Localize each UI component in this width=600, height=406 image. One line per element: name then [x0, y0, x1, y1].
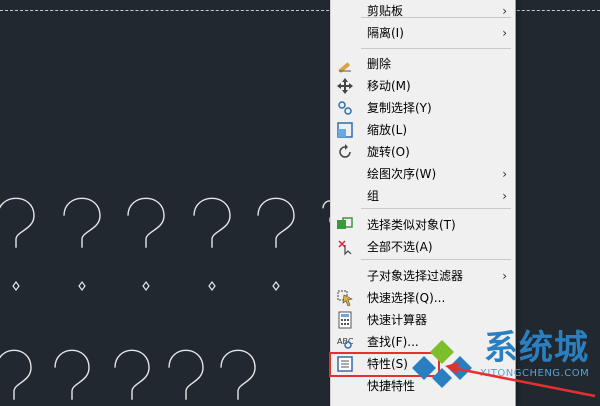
scale-icon	[336, 121, 354, 139]
copy-selection-icon	[336, 99, 354, 117]
menu-item-label: 缩放(L)	[367, 123, 408, 137]
quick-select-icon	[336, 289, 354, 307]
question-mark-glyph	[127, 197, 165, 248]
menu-item-6[interactable]: 缩放(L)	[331, 119, 515, 141]
menu-item-label: 快速选择(Q)...	[367, 291, 446, 305]
select-similar-icon	[336, 216, 354, 234]
menu-separator	[361, 259, 511, 260]
question-mark-glyph	[0, 197, 35, 248]
chevron-right-icon: ›	[502, 189, 507, 203]
menu-separator	[361, 48, 511, 49]
menu-item-label: 复制选择(Y)	[367, 101, 432, 115]
menu-item-10[interactable]: 选择类似对象(T)	[331, 214, 515, 236]
question-mark-glyph	[114, 349, 150, 400]
menu-item-label: 选择类似对象(T)	[367, 218, 456, 232]
question-mark-glyph	[0, 349, 32, 400]
menu-item-label: 隔离(I)	[367, 26, 404, 40]
menu-separator	[361, 208, 511, 209]
question-mark-glyph	[257, 197, 295, 248]
menu-item-1[interactable]: 剪贴板 ›	[331, 0, 515, 22]
menu-item-label: 子对象选择过滤器	[367, 269, 464, 283]
diamond-dot-glyph	[12, 281, 20, 291]
diamond-dot-glyph	[208, 281, 216, 291]
chevron-right-icon: ›	[502, 167, 507, 181]
menu-item-label: 绘图次序(W)	[367, 167, 437, 181]
menu-item-9[interactable]: 组 ›	[331, 185, 515, 207]
chevron-right-icon: ›	[502, 26, 507, 40]
diamond-dot-glyph	[142, 281, 150, 291]
menu-item-label: 快捷特性	[367, 379, 416, 393]
move-arrows-icon	[336, 77, 354, 95]
question-mark-glyph	[54, 349, 90, 400]
menu-item-13[interactable]: 快速选择(Q)...	[331, 287, 515, 309]
menu-item-12[interactable]: 子对象选择过滤器 ›	[331, 265, 515, 287]
menu-item-2[interactable]: 隔离(I) ›	[331, 22, 515, 44]
diamond-dot-glyph	[272, 281, 280, 291]
question-mark-glyph	[220, 349, 256, 400]
question-mark-glyph	[168, 349, 204, 400]
deselect-all-icon	[336, 238, 354, 256]
menu-item-label: 全部不选(A)	[367, 240, 433, 254]
question-mark-glyph	[193, 197, 231, 248]
menu-item-7[interactable]: 旋转(O)	[331, 141, 515, 163]
menu-item-8[interactable]: 绘图次序(W) ›	[331, 163, 515, 185]
rotate-icon	[336, 143, 354, 161]
menu-item-11[interactable]: 全部不选(A)	[331, 236, 515, 258]
menu-item-3[interactable]: 删除	[331, 53, 515, 75]
calculator-icon	[336, 311, 354, 329]
question-mark-glyph	[63, 197, 101, 248]
find-icon: ABC	[336, 333, 354, 351]
eraser-icon	[336, 55, 354, 74]
menu-separator	[361, 17, 511, 18]
diamond-dot-glyph	[78, 281, 86, 291]
chevron-right-icon: ›	[502, 269, 507, 283]
menu-item-label: 移动(M)	[367, 79, 411, 93]
menu-item-label: 删除	[367, 57, 392, 71]
menu-item-label: 快速计算器	[367, 313, 428, 327]
menu-item-label: 组	[367, 189, 380, 203]
red-pointer-arrow	[445, 362, 596, 398]
menu-item-5[interactable]: 复制选择(Y)	[331, 97, 515, 119]
menu-item-label: 旋转(O)	[367, 145, 410, 159]
menu-item-4[interactable]: 移动(M)	[331, 75, 515, 97]
